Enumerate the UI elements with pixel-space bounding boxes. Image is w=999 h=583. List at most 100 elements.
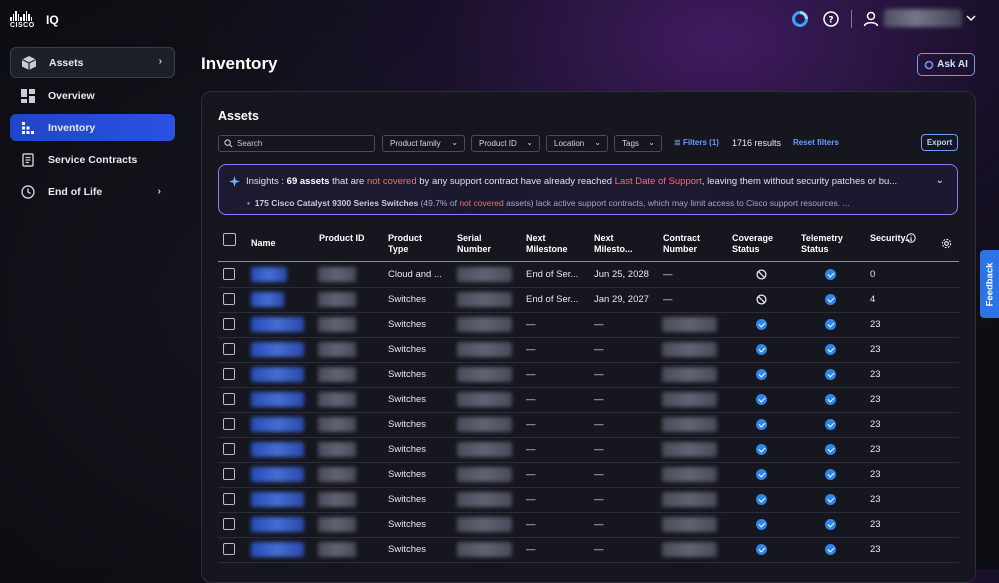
row-checkbox[interactable] [223, 418, 235, 430]
table-row[interactable]: Cloud and ... End of Ser... Jun 25, 2028 — 0 [218, 262, 959, 288]
ask-ai-label: Ask AI [937, 59, 968, 70]
contract-number-redacted [662, 317, 717, 332]
table-row[interactable]: Switches — — 23 [218, 312, 959, 338]
serial-number-redacted [457, 442, 512, 457]
chevron-down-icon: ⌄ [451, 138, 458, 147]
next-milestone-date: — [594, 319, 604, 330]
security-score: 23 [870, 394, 881, 405]
asset-name-redacted[interactable] [251, 542, 304, 557]
asset-name-redacted[interactable] [251, 492, 304, 507]
table-row[interactable]: Switches — — 23 [218, 362, 959, 388]
row-checkbox[interactable] [223, 343, 235, 355]
sidebar-item-inventory[interactable]: Inventory [10, 114, 175, 141]
ai-assistant-icon[interactable] [791, 10, 809, 28]
product-id-dropdown[interactable]: Product ID ⌄ [471, 135, 540, 152]
search-input[interactable]: Search [218, 135, 375, 152]
product-type: Switches [388, 444, 427, 455]
chevron-down-icon[interactable] [965, 12, 977, 24]
col-product-id[interactable]: Product ID [319, 233, 369, 244]
table-row[interactable]: Switches — — 23 [218, 537, 959, 563]
table-row[interactable]: Switches End of Ser... Jan 29, 2027 — 4 [218, 287, 959, 313]
chevron-down-icon[interactable]: ⌄ [936, 175, 944, 186]
asset-name-redacted[interactable] [251, 392, 304, 407]
dashboard-icon [20, 88, 36, 104]
user-name-redacted[interactable] [884, 9, 962, 27]
help-icon[interactable]: ? [822, 10, 840, 28]
table-row[interactable]: Switches — — 23 [218, 437, 959, 463]
coverage-check-icon [756, 494, 767, 505]
asset-name-redacted[interactable] [251, 442, 304, 457]
table-row[interactable]: Switches — — 23 [218, 412, 959, 438]
info-icon[interactable] [906, 233, 916, 243]
telemetry-check-icon [825, 469, 836, 480]
col-coverage-status[interactable]: Coverage Status [732, 233, 787, 255]
table-row[interactable]: Switches — — 23 [218, 487, 959, 513]
table-row[interactable]: Switches — — 23 [218, 462, 959, 488]
asset-name-redacted[interactable] [251, 417, 304, 432]
sidebar-item-service-contracts[interactable]: Service Contracts [10, 146, 175, 173]
serial-number-redacted [457, 517, 512, 532]
col-telemetry-status[interactable]: Telemetry Status [801, 233, 847, 255]
product-type: Cloud and ... [388, 269, 442, 280]
insights-banner[interactable]: Insights : 69 assets that are not covere… [218, 164, 958, 215]
location-dropdown[interactable]: Location ⌄ [546, 135, 608, 152]
col-serial-number[interactable]: Serial Number [457, 233, 507, 255]
asset-name-redacted[interactable] [251, 342, 304, 357]
col-contract-number[interactable]: Contract Number [663, 233, 718, 255]
asset-name-redacted[interactable] [251, 317, 304, 332]
row-checkbox[interactable] [223, 543, 235, 555]
serial-number-redacted [457, 317, 512, 332]
telemetry-check-icon [825, 319, 836, 330]
security-score: 23 [870, 319, 881, 330]
sidebar-item-label: Overview [48, 89, 95, 102]
asset-name-redacted[interactable] [251, 292, 284, 307]
sidebar-item-label: End of Life [48, 185, 103, 198]
cisco-logo[interactable]: CISCO IQ [10, 11, 59, 29]
product-id-redacted [318, 392, 356, 407]
serial-number-redacted [457, 467, 512, 482]
next-milestone: — [526, 494, 536, 505]
security-score: 23 [870, 519, 881, 530]
sidebar-item-assets[interactable]: Assets › [10, 47, 175, 78]
product-family-dropdown[interactable]: Product family ⌄ [382, 135, 465, 152]
export-button[interactable]: Export [921, 134, 958, 151]
table-header: Name Product ID Product Type Serial Numb… [218, 229, 959, 262]
row-checkbox[interactable] [223, 318, 235, 330]
col-next-milestone[interactable]: Next Milestone [526, 233, 584, 255]
serial-number-redacted [457, 542, 512, 557]
user-icon[interactable] [862, 10, 880, 28]
select-all-checkbox[interactable] [223, 233, 236, 246]
product-type: Switches [388, 319, 427, 330]
reset-filters-link[interactable]: Reset filters [793, 138, 839, 147]
sidebar-item-end-of-life[interactable]: End of Life › [10, 178, 175, 205]
telemetry-check-icon [825, 519, 836, 530]
row-checkbox[interactable] [223, 293, 235, 305]
col-security[interactable]: Security... [870, 233, 912, 244]
row-checkbox[interactable] [223, 468, 235, 480]
row-checkbox[interactable] [223, 368, 235, 380]
dropdown-label: Tags [622, 139, 639, 148]
asset-name-redacted[interactable] [251, 517, 304, 532]
col-product-type[interactable]: Product Type [388, 233, 438, 255]
ask-ai-button[interactable]: Ask AI [917, 53, 975, 76]
sidebar-item-overview[interactable]: Overview [10, 82, 175, 109]
col-name[interactable]: Name [251, 238, 276, 249]
next-milestone: — [526, 344, 536, 355]
asset-name-redacted[interactable] [251, 267, 287, 282]
table-row[interactable]: Switches — — 23 [218, 337, 959, 363]
settings-gear-icon[interactable] [941, 238, 952, 249]
filters-link[interactable]: ≣ Filters (1) [674, 138, 719, 147]
row-checkbox[interactable] [223, 493, 235, 505]
asset-name-redacted[interactable] [251, 467, 304, 482]
asset-name-redacted[interactable] [251, 367, 304, 382]
table-row[interactable]: Switches — — 23 [218, 387, 959, 413]
row-checkbox[interactable] [223, 518, 235, 530]
contract-number: — [663, 269, 673, 280]
row-checkbox[interactable] [223, 393, 235, 405]
row-checkbox[interactable] [223, 268, 235, 280]
col-next-milestone-date[interactable]: Next Milesto... [594, 233, 652, 255]
feedback-tab[interactable]: Feedback [980, 250, 999, 318]
table-row[interactable]: Switches — — 23 [218, 512, 959, 538]
row-checkbox[interactable] [223, 443, 235, 455]
tags-dropdown[interactable]: Tags ⌄ [614, 135, 662, 152]
